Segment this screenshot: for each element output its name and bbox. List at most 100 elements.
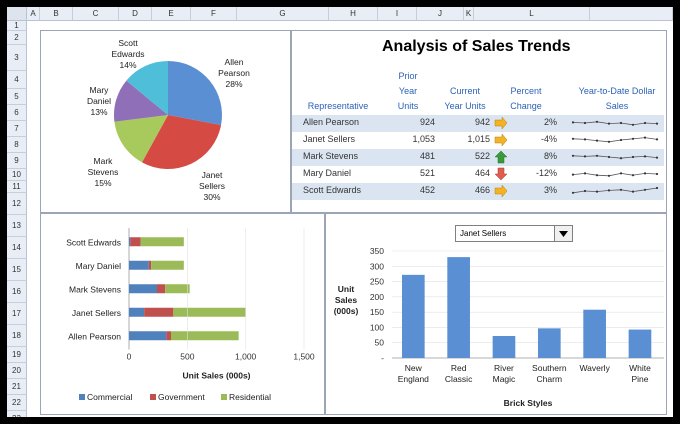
row-header[interactable]: 14 bbox=[7, 237, 27, 259]
column-header[interactable]: D bbox=[119, 7, 152, 21]
x-category-label: White Pine bbox=[629, 363, 651, 384]
rep-name: Allen Pearson bbox=[303, 117, 360, 127]
bar-category-label: Scott Edwards bbox=[66, 237, 121, 247]
row-header[interactable]: 13 bbox=[7, 215, 27, 237]
stacked-bar-segment bbox=[157, 284, 166, 294]
column-header[interactable]: K bbox=[464, 7, 474, 21]
stacked-bar-segment bbox=[129, 260, 149, 270]
row-header[interactable]: 3 bbox=[7, 45, 27, 71]
row-header[interactable]: 16 bbox=[7, 281, 27, 303]
row-header[interactable]: 2 bbox=[7, 31, 27, 45]
row-header[interactable]: 1 bbox=[7, 21, 27, 31]
stacked-bar-chart: Scott Edwards Mary Daniel Mark Stevens Jane… bbox=[66, 228, 315, 402]
stacked-bar-segment bbox=[148, 260, 152, 270]
stacked-bar-segment bbox=[171, 331, 239, 341]
x-tick-label: 1,000 bbox=[235, 352, 257, 362]
trend-arrow-icon bbox=[494, 116, 508, 132]
x-category-label: Southern Charm bbox=[532, 363, 567, 384]
column-header[interactable]: A bbox=[27, 7, 40, 21]
current-units: 466 bbox=[474, 185, 490, 195]
row-header[interactable]: 5 bbox=[7, 89, 27, 105]
column-header-filler bbox=[590, 7, 673, 21]
pie-chart-panel[interactable]: Allen Pearson 28% Janet Sellers 30% Mark Steven… bbox=[40, 30, 291, 213]
header-ytd-sales: Year-to-Date Dollar Sales bbox=[578, 86, 656, 111]
column-bar bbox=[492, 335, 516, 358]
bar-category-label: Allen Pearson bbox=[68, 331, 121, 341]
column-chart-panel[interactable]: - 50 100 150 200 250 300 350 New England Red Classi… bbox=[325, 213, 667, 415]
row-header[interactable]: 20 bbox=[7, 363, 27, 379]
row-header[interactable]: 15 bbox=[7, 259, 27, 281]
percent-change: -12% bbox=[535, 168, 557, 178]
row-header[interactable]: 22 bbox=[7, 395, 27, 411]
legend-swatch bbox=[150, 394, 156, 400]
row-header[interactable]: 4 bbox=[7, 71, 27, 89]
column-header[interactable]: L bbox=[474, 7, 590, 21]
column-bar bbox=[447, 257, 470, 358]
y-tick-label: 50 bbox=[375, 338, 385, 348]
stacked-bar-segment bbox=[144, 307, 174, 317]
row-header[interactable]: 10 bbox=[7, 169, 27, 181]
column-header[interactable]: E bbox=[152, 7, 191, 21]
pie-chart: Allen Pearson 28% Janet Sellers 30% Mark Steven… bbox=[87, 38, 250, 202]
pie-label: Mark Stevens 15% bbox=[88, 156, 119, 188]
x-category-label: River Magic bbox=[493, 363, 516, 384]
page-title: Analysis of Sales Trends bbox=[382, 38, 571, 55]
representative-dropdown[interactable]: Janet Sellers bbox=[455, 225, 573, 242]
sparkline bbox=[569, 132, 661, 150]
stacked-bar-segment bbox=[165, 284, 190, 294]
current-units: 522 bbox=[474, 151, 490, 161]
row-header[interactable]: 17 bbox=[7, 303, 27, 325]
row-header[interactable]: 9 bbox=[7, 153, 27, 169]
y-tick-label: 250 bbox=[370, 277, 384, 287]
select-all-corner[interactable] bbox=[7, 7, 27, 21]
row-header[interactable]: 12 bbox=[7, 193, 27, 215]
percent-change: 8% bbox=[543, 151, 557, 161]
column-header[interactable]: F bbox=[191, 7, 237, 21]
stacked-bar-segment bbox=[130, 237, 141, 247]
table-row: Janet Sellers 1,053 1,015 -4% bbox=[292, 132, 664, 149]
row-header[interactable]: 21 bbox=[7, 379, 27, 395]
header-percent-change: Percent Change bbox=[510, 86, 542, 111]
column-header[interactable]: H bbox=[329, 7, 378, 21]
rep-name: Mary Daniel bbox=[303, 168, 352, 178]
row-header[interactable]: 23 bbox=[7, 411, 27, 417]
prior-units: 481 bbox=[419, 151, 435, 161]
stacked-bar-panel[interactable]: Scott Edwards Mary Daniel Mark Stevens Jane… bbox=[40, 213, 325, 415]
table-row: Scott Edwards 452 466 3% bbox=[292, 183, 664, 200]
y-tick-label: 200 bbox=[370, 292, 384, 302]
row-header[interactable]: 8 bbox=[7, 137, 27, 153]
column-header[interactable]: J bbox=[417, 7, 464, 21]
row-header[interactable]: 7 bbox=[7, 121, 27, 137]
prior-units: 924 bbox=[419, 117, 435, 127]
column-header[interactable]: G bbox=[237, 7, 329, 21]
rep-name: Scott Edwards bbox=[303, 185, 362, 195]
spreadsheet[interactable]: ABCDEFGHIJKL 1 2 3 4 5 6 7 8 9 10 11 12 13 14 15 16 17 18… bbox=[7, 7, 673, 417]
column-bar bbox=[401, 274, 425, 358]
row-header[interactable]: 18 bbox=[7, 325, 27, 347]
trend-arrow-icon bbox=[494, 133, 508, 149]
percent-change: 3% bbox=[543, 185, 557, 195]
percent-change: -4% bbox=[540, 134, 557, 144]
column-header[interactable]: B bbox=[40, 7, 73, 21]
column-header[interactable]: C bbox=[73, 7, 119, 21]
column-header[interactable]: I bbox=[378, 7, 417, 21]
row-header[interactable]: 19 bbox=[7, 347, 27, 363]
column-bar bbox=[537, 328, 561, 358]
legend-swatch bbox=[79, 394, 85, 400]
column-chart: - 50 100 150 200 250 300 350 New England Red Classi… bbox=[334, 246, 664, 408]
stacked-bar-segment bbox=[151, 260, 184, 270]
legend-label: Government bbox=[158, 392, 205, 402]
header-representative: Representative bbox=[307, 101, 369, 111]
row-header[interactable]: 6 bbox=[7, 105, 27, 121]
prior-units: 1,053 bbox=[412, 134, 435, 144]
prior-units: 452 bbox=[419, 185, 435, 195]
y-tick-label: 350 bbox=[370, 246, 384, 256]
rep-name: Janet Sellers bbox=[303, 134, 356, 144]
dropdown-value: Janet Sellers bbox=[460, 229, 507, 238]
x-tick-label: 500 bbox=[180, 352, 194, 362]
chevron-down-icon[interactable] bbox=[554, 226, 572, 241]
current-units: 1,015 bbox=[467, 134, 490, 144]
x-category-label: Waverly bbox=[579, 363, 610, 373]
row-header[interactable]: 11 bbox=[7, 181, 27, 193]
trend-arrow-icon bbox=[494, 184, 508, 200]
